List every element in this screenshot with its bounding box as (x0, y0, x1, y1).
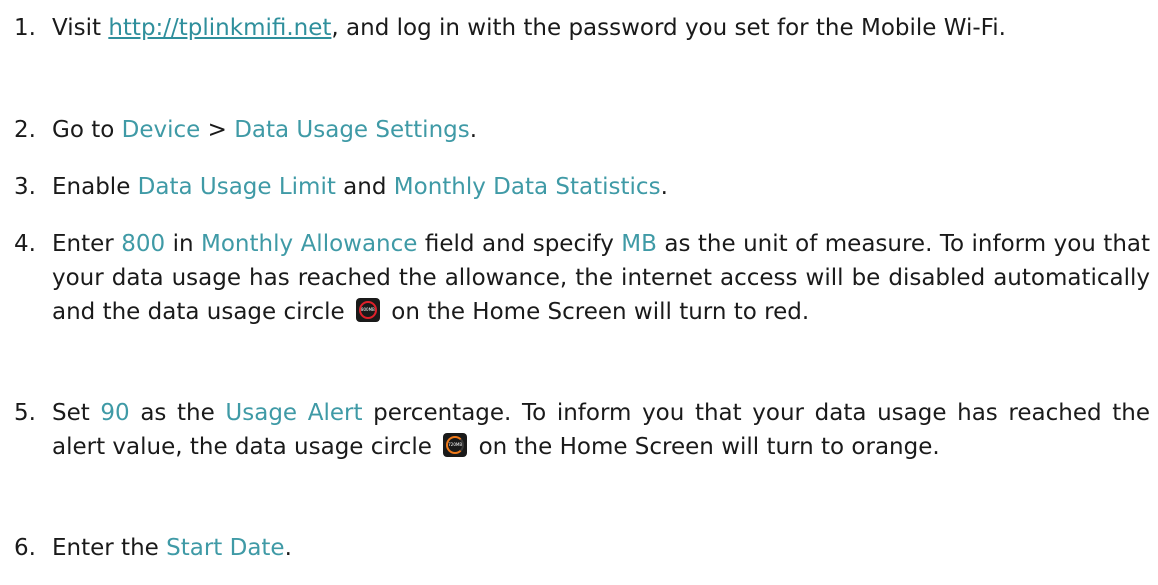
step-6-text-b: . (284, 535, 292, 561)
icon-label: 720MB (448, 442, 463, 447)
step-4-text-e: on the Home Screen will turn to red. (391, 299, 810, 325)
step-text: Enable Data Usage Limit and Monthly Data… (52, 170, 1150, 204)
step-text: Go to Device > Data Usage Settings. (52, 113, 1150, 147)
step-3-text-c: . (660, 174, 668, 200)
step-2-text-b: > (200, 117, 235, 143)
step-4-text-b: in (165, 231, 202, 257)
icon-label: 800MB (360, 307, 375, 312)
data-usage-circle-red-icon: 800MB (355, 298, 380, 322)
value-90: 90 (100, 400, 130, 426)
menu-data-usage-settings: Data Usage Settings (234, 117, 470, 143)
unit-mb: MB (621, 231, 657, 257)
step-4-text-c: field and specify (417, 231, 622, 257)
step-3-text-a: Enable (52, 174, 138, 200)
value-800: 800 (121, 231, 166, 257)
step-number: 3. (14, 174, 36, 200)
step-number: 5. (14, 400, 36, 426)
field-usage-alert: Usage Alert (225, 400, 363, 426)
menu-device: Device (121, 117, 201, 143)
step-number: 6. (14, 535, 36, 561)
data-usage-circle-orange-icon: 720MB (443, 433, 468, 457)
step-2-text-c: . (469, 117, 478, 143)
step-number: 4. (14, 231, 36, 257)
field-start-date: Start Date (166, 535, 285, 561)
step-5-text-d: on the Home Screen will turn to orange. (478, 434, 940, 460)
step-5-text-b: as the (129, 400, 226, 426)
option-monthly-data-statistics: Monthly Data Statistics (393, 174, 661, 200)
step-5-text-a: Set (52, 400, 101, 426)
step-text: Set 90 as the Usage Alert percentage. To… (52, 396, 1150, 464)
step-number: 1. (14, 15, 36, 41)
step-2-text-a: Go to (52, 117, 122, 143)
step-1-text-b: , and log in with the password you set f… (331, 15, 1006, 41)
option-data-usage-limit: Data Usage Limit (137, 174, 336, 200)
step-6-text-a: Enter the (52, 535, 167, 561)
field-monthly-allowance: Monthly Allowance (201, 231, 418, 257)
step-4-text-a: Enter (52, 231, 122, 257)
step-text: Enter the Start Date. (52, 531, 1150, 565)
step-number: 2. (14, 117, 36, 143)
step-3-text-b: and (335, 174, 394, 200)
step-text: Enter 800 in Monthly Allowance field and… (52, 227, 1150, 329)
step-text: Visit http://tplinkmifi.net, and log in … (52, 11, 1150, 45)
tplinkmifi-link[interactable]: http://tplinkmifi.net (108, 15, 331, 41)
step-1-text-a: Visit (52, 15, 109, 41)
